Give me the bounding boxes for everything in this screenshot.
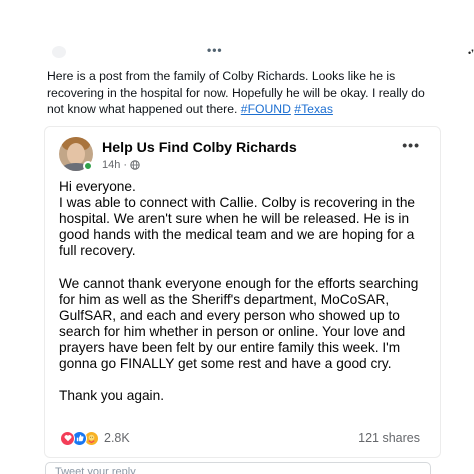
previous-tweet-strip: ••• •❜: [0, 40, 474, 64]
tweet-body: Here is a post from the family of Colby …: [47, 69, 425, 117]
embedded-facebook-post[interactable]: Help Us Find Colby Richards 14h · ••• Hi…: [44, 126, 441, 458]
hashtag-texas[interactable]: #Texas: [294, 102, 333, 116]
more-options-icon[interactable]: •••: [207, 44, 223, 56]
share-count[interactable]: 121 shares: [358, 431, 420, 445]
faded-avatar[interactable]: [52, 46, 66, 58]
post-timestamp[interactable]: 14h: [102, 159, 120, 171]
post-body: Hi everyone. I was able to connect with …: [59, 179, 419, 404]
meta-separator: ·: [123, 159, 128, 171]
hashtag-found[interactable]: #FOUND: [241, 102, 291, 116]
page-name[interactable]: Help Us Find Colby Richards: [102, 140, 297, 156]
love-icon: [60, 430, 75, 446]
corner-glyph: •❜: [467, 48, 474, 58]
reply-placeholder: Tweet your reply: [55, 466, 136, 474]
reaction-count[interactable]: 2.8K: [104, 431, 130, 445]
online-status-dot: [83, 161, 93, 171]
globe-icon: [130, 160, 140, 170]
post-meta: 14h ·: [102, 159, 140, 171]
tweet-text: Here is a post from the family of Colby …: [47, 68, 432, 118]
reply-input[interactable]: Tweet your reply: [45, 462, 431, 474]
reaction-summary[interactable]: 2.8K: [60, 430, 130, 446]
post-more-options-icon[interactable]: •••: [402, 138, 420, 152]
